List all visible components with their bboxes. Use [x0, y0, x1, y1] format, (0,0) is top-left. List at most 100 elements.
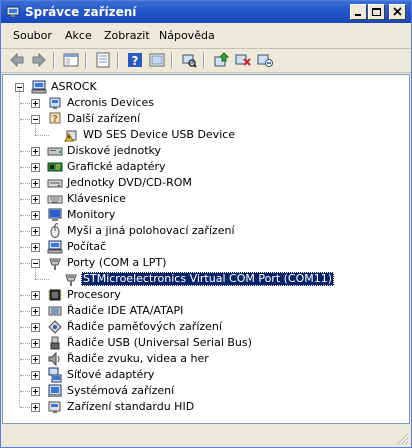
tree-category-row[interactable]: Řadiče USB (Universal Serial Bus): [3, 335, 403, 351]
update-driver-button[interactable]: [211, 51, 231, 70]
update-driver-icon: [214, 52, 229, 67]
expand-toggle[interactable]: [31, 99, 40, 108]
tree-item-label: Řadiče zvuku, videa a her: [67, 352, 209, 365]
expand-toggle[interactable]: [31, 403, 40, 412]
tree-item-label: Procesory: [67, 288, 121, 301]
minimize-icon: [355, 14, 361, 16]
network-icon: [48, 367, 62, 383]
monitor-icon: [48, 208, 62, 221]
show-hide-tree-button[interactable]: [61, 51, 81, 70]
tree-category-row[interactable]: Řadiče paměťových zařízení: [3, 319, 403, 335]
device-icon: [49, 97, 61, 109]
tree-category-row[interactable]: Acronis Devices: [3, 95, 403, 111]
window-title: Správce zařízení: [25, 5, 137, 19]
tree-category-row[interactable]: Zařízení standardu HID: [3, 399, 403, 415]
tree-item-label: Porty (COM a LPT): [67, 256, 167, 269]
ide-controller-icon: [48, 306, 62, 316]
computer-icon: [31, 80, 47, 94]
help-button[interactable]: ?: [125, 51, 145, 70]
expand-toggle[interactable]: [31, 291, 40, 300]
expand-toggle[interactable]: [31, 339, 40, 348]
menu-zobrazit[interactable]: Zobrazit: [104, 29, 150, 43]
help-icon: ?: [128, 53, 142, 68]
forward-button[interactable]: [29, 51, 49, 70]
menu-napoveda[interactable]: Nápověda: [159, 29, 215, 43]
show-hide-tree-icon: [63, 53, 79, 67]
disable-icon: [257, 54, 273, 67]
toolbar-separator: [53, 52, 55, 69]
expand-toggle[interactable]: [31, 387, 40, 396]
tree-device-row[interactable]: WD SES Device USB Device: [3, 123, 403, 143]
tree-item-label: Monitory: [67, 208, 116, 221]
tree-category-row[interactable]: Myši a jiná polohovací zařízení: [3, 223, 403, 239]
expand-toggle[interactable]: [31, 163, 40, 172]
tree-category-row[interactable]: Klávesnice: [3, 191, 403, 207]
tree-item-label: Acronis Devices: [67, 96, 154, 109]
expand-toggle[interactable]: [31, 355, 40, 364]
expand-toggle[interactable]: [31, 243, 40, 252]
tree-item-label: Řadiče USB (Universal Serial Bus): [67, 336, 252, 349]
expand-toggle[interactable]: [31, 371, 40, 380]
disable-button[interactable]: [255, 51, 275, 70]
expand-toggle[interactable]: [31, 179, 40, 188]
view-button[interactable]: [147, 51, 167, 70]
tree-category-row[interactable]: Řadiče zvuku, videa a her: [3, 351, 403, 367]
tree-category-row[interactable]: Grafické adaptéry: [3, 159, 403, 175]
properties-button[interactable]: [93, 51, 113, 70]
tree-category-row[interactable]: Diskové jednotky: [3, 143, 403, 159]
uninstall-icon: [235, 54, 251, 66]
status-bar: [1, 427, 411, 447]
scan-hardware-icon: [182, 54, 197, 68]
view-icon: [149, 53, 165, 67]
tree-root[interactable]: ASROCK: [3, 79, 403, 95]
tree-category-row[interactable]: Jednotky DVD/CD-ROM: [3, 175, 403, 191]
tree-device-row[interactable]: STMicroelectronics Virtual COM Port (COM…: [3, 267, 403, 287]
tree-category-row[interactable]: Systémová zařízení: [3, 383, 403, 399]
tree-category-row[interactable]: Síťové adaptéry: [3, 367, 403, 383]
tree-root-label: ASROCK: [51, 80, 97, 93]
scan-hardware-button[interactable]: [179, 51, 199, 70]
toolbar-separator: [85, 52, 87, 69]
computer-icon: [47, 240, 63, 254]
tree-item-label: Řadiče paměťových zařízení: [67, 320, 222, 333]
tree-item-label: Myši a jiná polohovací zařízení: [67, 224, 235, 237]
processor-icon: [48, 289, 62, 301]
port-icon: [49, 258, 61, 270]
tree-category-row[interactable]: ? Další zařízení: [3, 111, 403, 127]
back-arrow-icon: [10, 52, 24, 68]
expand-toggle[interactable]: [31, 211, 40, 220]
tree-category-row[interactable]: Počítač: [3, 239, 403, 255]
toolbar-separator: [117, 52, 119, 69]
tree-guide-line: [35, 123, 36, 135]
device-tree[interactable]: ASROCK Acronis Devices? Další zařízení WD …: [2, 74, 410, 424]
unknown-device-icon: ?: [49, 112, 61, 125]
menu-soubor[interactable]: Soubor: [13, 29, 52, 43]
tree-guide-line: [35, 135, 49, 136]
warning-device-icon: [64, 130, 77, 142]
tree-category-row[interactable]: Procesory: [3, 287, 403, 303]
resize-grip-icon[interactable]: [397, 433, 409, 445]
close-icon: [393, 7, 402, 16]
tree-category-row[interactable]: Monitory: [3, 207, 403, 223]
expand-toggle[interactable]: [31, 307, 40, 316]
tree-item-label: Počítač: [67, 240, 107, 253]
expand-toggle[interactable]: [31, 227, 40, 236]
tree-item-label: WD SES Device USB Device: [83, 128, 236, 141]
back-button[interactable]: [7, 51, 27, 70]
tree-category-row[interactable]: Porty (COM a LPT): [3, 255, 403, 271]
cdrom-icon: [47, 179, 63, 188]
close-button[interactable]: [389, 4, 406, 20]
toolbar: ?: [1, 49, 411, 73]
maximize-button[interactable]: [368, 4, 385, 20]
menu-akce[interactable]: Akce: [65, 29, 92, 43]
expand-toggle[interactable]: [31, 147, 40, 156]
title-bar[interactable]: Správce zařízení: [1, 1, 411, 23]
properties-icon: [96, 52, 110, 68]
expand-toggle[interactable]: [31, 195, 40, 204]
tree-category-row[interactable]: Řadiče IDE ATA/ATAPI: [3, 303, 403, 319]
tree-item-label: Další zařízení: [67, 112, 141, 125]
minimize-button[interactable]: [350, 4, 367, 20]
tree-item-label: Jednotky DVD/CD-ROM: [67, 176, 192, 189]
expand-toggle[interactable]: [31, 323, 40, 332]
uninstall-button[interactable]: [233, 51, 253, 70]
